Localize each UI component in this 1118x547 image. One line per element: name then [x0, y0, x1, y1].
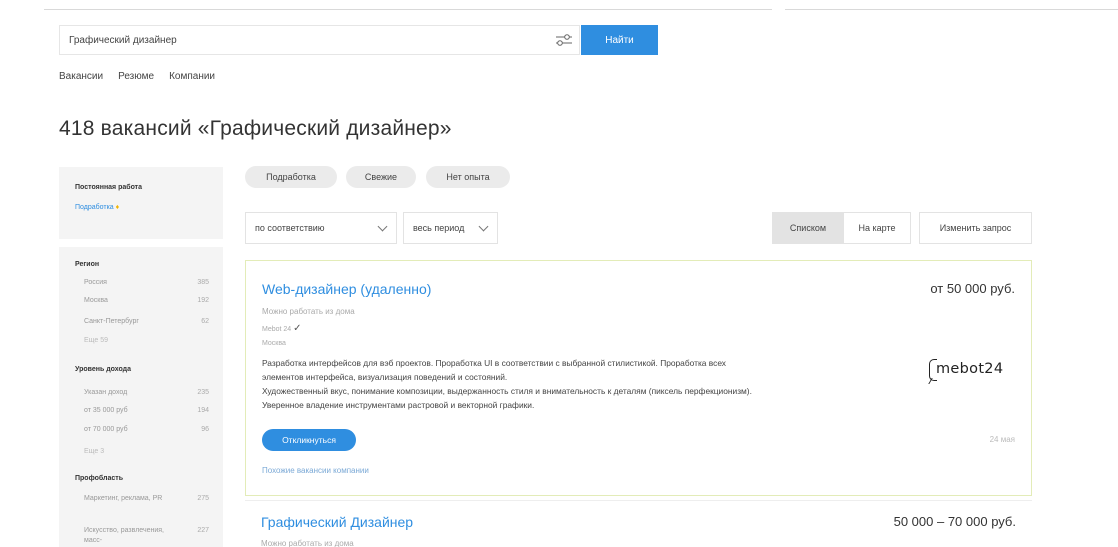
part-time-label: Подработка	[75, 204, 114, 211]
period-value: весь период	[413, 223, 465, 233]
sidebar-divider	[59, 239, 223, 247]
remote-label: Можно работать из дома	[261, 539, 354, 547]
sort-order-value: по соответствию	[255, 223, 325, 233]
income-heading: Уровень дохода	[75, 366, 132, 373]
search-box	[59, 25, 580, 55]
vacancy-salary: 50 000 – 70 000 руб.	[893, 514, 1016, 529]
income-count: 96	[201, 426, 209, 433]
region-item-russia[interactable]: Россия 385	[84, 278, 209, 288]
vacancy-card: Графический Дизайнер 50 000 – 70 000 руб…	[245, 500, 1032, 547]
field-count: 227	[197, 527, 209, 534]
income-more-link[interactable]: Еще 3	[84, 448, 104, 455]
logo-tail-shape	[928, 378, 938, 384]
field-name: Маркетинг, реклама, PR	[84, 495, 163, 502]
respond-button[interactable]: Откликнуться	[262, 429, 356, 451]
vacancy-title-link[interactable]: Графический Дизайнер	[261, 514, 413, 530]
region-name: Санкт-Петербург	[84, 318, 139, 325]
vacancy-date: 24 мая	[989, 435, 1015, 444]
period-select[interactable]: весь период	[403, 212, 498, 244]
part-time-filter-link[interactable]: Подработка ♦	[75, 204, 119, 211]
chip-part-time[interactable]: Подработка	[245, 166, 337, 188]
remote-label: Можно работать из дома	[262, 307, 355, 316]
region-more-link[interactable]: Еще 59	[84, 337, 108, 344]
region-heading: Регион	[75, 261, 100, 268]
search-button[interactable]: Найти	[581, 25, 658, 55]
vacancy-salary: от 50 000 руб.	[930, 281, 1015, 296]
chip-no-experience[interactable]: Нет опыта	[426, 166, 510, 188]
view-list-button[interactable]: Списком	[772, 212, 844, 244]
sort-order-select[interactable]: по соответствию	[245, 212, 397, 244]
edit-query-button[interactable]: Изменить запрос	[919, 212, 1032, 244]
filter-sliders-icon[interactable]	[555, 32, 573, 48]
similar-vacancies-link[interactable]: Похожие вакансии компании	[262, 466, 369, 475]
vacancy-description: Разработка интерфейсов для вэб проектов.…	[262, 356, 912, 412]
page-title: 418 вакансий «Графический дизайнер»	[59, 117, 452, 140]
vacancy-title-link[interactable]: Web-дизайнер (удаленно)	[262, 281, 431, 297]
tab-vacancies[interactable]: Вакансии	[59, 69, 104, 105]
search-input[interactable]	[60, 26, 540, 54]
chip-fresh[interactable]: Свежие	[346, 166, 416, 188]
income-name: от 35 000 руб	[84, 407, 128, 414]
section-tabs: Вакансии Резюме Компании	[59, 69, 230, 105]
region-item-moscow[interactable]: Москва 192	[84, 296, 209, 306]
income-name: Указан доход	[84, 389, 128, 396]
region-item-spb[interactable]: Санкт-Петербург 62	[84, 317, 209, 327]
income-count: 194	[197, 407, 209, 414]
tab-companies[interactable]: Компании	[169, 69, 215, 95]
chevron-down-icon	[377, 221, 388, 232]
income-item-70000[interactable]: от 70 000 руб 96	[84, 425, 209, 435]
field-item-art[interactable]: Искусство, развлечения, масс- 227	[84, 526, 209, 546]
flame-icon: ♦	[115, 204, 120, 211]
income-item-35000[interactable]: от 35 000 руб 194	[84, 406, 209, 416]
vacancy-card: Web-дизайнер (удаленно) от 50 000 руб. М…	[245, 260, 1032, 496]
chevron-down-icon	[478, 221, 489, 232]
logo-text: mebot24	[936, 361, 1004, 377]
tab-resumes[interactable]: Резюме	[118, 69, 154, 95]
company-label: Mebot 24	[262, 326, 292, 333]
view-map-button[interactable]: На карте	[843, 212, 911, 244]
description-line: Разработка интерфейсов для вэб проектов.…	[262, 358, 726, 368]
description-line: Художественный вкус, понимание композици…	[262, 386, 752, 396]
income-count: 235	[197, 389, 209, 396]
filters-sidebar: Постоянная работа Подработка ♦ Регион Ро…	[59, 167, 223, 547]
income-item-specified[interactable]: Указан доход 235	[84, 388, 209, 398]
company-name[interactable]: Mebot 24 ✓	[262, 323, 302, 334]
vacancy-city: Москва	[262, 340, 286, 347]
employment-heading: Постоянная работа	[75, 184, 143, 191]
field-count: 275	[197, 495, 209, 502]
region-count: 62	[201, 318, 209, 325]
region-name: Россия	[84, 279, 107, 286]
field-item-marketing[interactable]: Маркетинг, реклама, PR 275	[84, 494, 209, 504]
description-line: элементов интерфейса, визуализация повед…	[262, 372, 508, 382]
region-count: 192	[197, 297, 209, 304]
region-count: 385	[197, 279, 209, 286]
description-line: Уверенное владение инструментами растров…	[262, 400, 535, 410]
income-name: от 70 000 руб	[84, 426, 128, 433]
field-name: Искусство, развлечения, масс-	[84, 527, 164, 544]
company-logo[interactable]: mebot24	[928, 357, 1017, 385]
region-name: Москва	[84, 297, 108, 304]
verified-check-icon: ✓	[293, 323, 302, 334]
field-heading: Профобласть	[75, 475, 124, 482]
